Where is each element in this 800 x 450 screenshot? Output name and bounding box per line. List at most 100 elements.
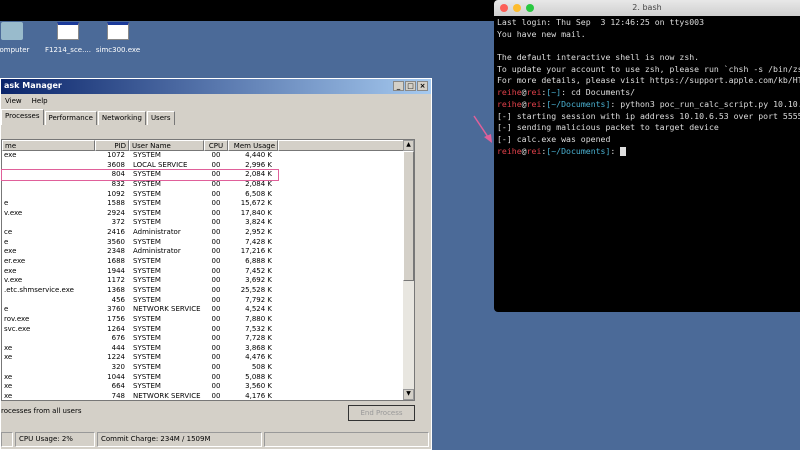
table-row[interactable]: 832 SYSTEM 00 2,084 K [2, 180, 414, 190]
cell-cpu: 00 [211, 208, 221, 217]
cell-pid: 2416 [107, 228, 125, 237]
cell-pid: 1172 [107, 276, 125, 285]
status-commit: Commit Charge: 234M / 1509M [97, 432, 262, 447]
col-image-name[interactable]: me [2, 140, 95, 151]
table-row[interactable]: exe 2348 Administrator 00 17,216 K [2, 247, 414, 257]
table-row[interactable]: ce 2416 Administrator 00 2,952 K [2, 228, 414, 238]
cell-cpu: 00 [211, 170, 221, 179]
line-text: [-] calc.exe was opened [497, 133, 611, 144]
cell-cpu: 00 [211, 151, 221, 159]
cell-pid: 1072 [107, 151, 125, 159]
col-filler [278, 140, 414, 151]
col-user-name[interactable]: User Name [129, 140, 204, 151]
prompt-path: [~/Documents] [546, 98, 611, 109]
desktop-icon[interactable]: Computer [0, 22, 42, 54]
cell-cpu: 00 [211, 363, 221, 372]
menu-bar: View Help [1, 94, 431, 109]
table-row[interactable]: v.exe 1172 SYSTEM 00 3,692 K [2, 276, 414, 286]
cell-user: SYSTEM [133, 314, 161, 323]
close-dot[interactable] [500, 4, 508, 12]
cell-cpu: 00 [211, 334, 221, 343]
terminal-line: The default interactive shell is now zsh… [494, 52, 800, 64]
cell-pid: 444 [111, 343, 125, 352]
scroll-down-arrow[interactable]: ▼ [403, 389, 414, 400]
maximize-button[interactable]: □ [405, 81, 416, 91]
table-row[interactable]: e 3760 NETWORK SERVICE 00 4,524 K [2, 305, 414, 315]
line-text: [-] sending malicious packet to target d… [497, 122, 719, 133]
cell-mem: 4,176 K [245, 392, 272, 401]
table-row[interactable]: 804 SYSTEM 00 2,084 K [1, 169, 279, 181]
cell-cpu: 00 [211, 295, 221, 304]
cell-mem: 4,440 K [245, 151, 272, 159]
tab-processes[interactable]: Processes [1, 109, 44, 125]
table-row[interactable]: e 3560 SYSTEM 00 7,428 K [2, 238, 414, 248]
table-row[interactable]: xe 664 SYSTEM 00 3,560 K [2, 382, 414, 392]
desktop-icon-label: Computer [0, 46, 30, 54]
cell-mem: 7,428 K [245, 237, 272, 246]
table-row[interactable]: v.exe 2924 SYSTEM 00 17,840 K [2, 209, 414, 219]
table-row[interactable]: svc.exe 1264 SYSTEM 00 7,532 K [2, 325, 414, 335]
minimize-button[interactable]: _ [393, 81, 404, 91]
status-processes [1, 432, 13, 447]
title-bar[interactable]: ask Manager _ □ × [1, 79, 431, 94]
cell-cpu: 00 [211, 285, 221, 294]
cell-mem: 17,216 K [240, 247, 272, 256]
tab-networking[interactable]: Networking [97, 111, 146, 125]
table-row[interactable]: 456 SYSTEM 00 7,792 K [2, 296, 414, 306]
table-row[interactable]: er.exe 1688 SYSTEM 00 6,888 K [2, 257, 414, 267]
zoom-dot[interactable] [526, 4, 534, 12]
cell-name: exe [4, 266, 17, 275]
cell-user: SYSTEM [133, 218, 161, 227]
line-text: : cd Documents/ [561, 87, 636, 98]
table-row[interactable]: 372 SYSTEM 00 3,824 K [2, 218, 414, 228]
table-row[interactable]: rov.exe 1756 SYSTEM 00 7,880 K [2, 315, 414, 325]
tab-performance[interactable]: Performance [44, 111, 97, 125]
cell-mem: 7,452 K [245, 266, 272, 275]
desktop-icon-label: simc300.exe [95, 46, 141, 54]
table-row[interactable]: e 1588 SYSTEM 00 15,672 K [2, 199, 414, 209]
cell-mem: 2,084 K [245, 170, 272, 179]
table-row[interactable]: 320 SYSTEM 00 508 K [2, 363, 414, 373]
status-empty [264, 432, 429, 447]
cell-mem: 7,792 K [245, 295, 272, 304]
table-row[interactable]: 1092 SYSTEM 00 6,508 K [2, 190, 414, 200]
scroll-thumb[interactable] [403, 151, 414, 281]
col-pid[interactable]: PID [95, 140, 129, 151]
col-mem-usage[interactable]: Mem Usage [228, 140, 278, 151]
table-row[interactable]: xe 1044 SYSTEM 00 5,088 K [2, 373, 414, 383]
table-row[interactable]: xe 444 SYSTEM 00 3,868 K [2, 344, 414, 354]
table-row[interactable]: xe 748 NETWORK SERVICE 00 4,176 K [2, 392, 414, 402]
end-process-button[interactable]: End Process [348, 405, 415, 421]
cursor [620, 146, 627, 156]
cell-mem: 508 K [251, 363, 272, 372]
vertical-scrollbar[interactable]: ▲ ▼ [403, 140, 414, 400]
table-row[interactable]: .etc.shmservice.exe 1368 SYSTEM 00 25,528 K [2, 286, 414, 296]
line-text: Last login: Thu Sep 3 12:46:25 on ttys00… [497, 17, 705, 27]
col-cpu[interactable]: CPU [204, 140, 228, 151]
table-row[interactable]: exe 1944 SYSTEM 00 7,452 K [2, 267, 414, 277]
terminal-title-bar[interactable]: 2. bash [494, 0, 800, 16]
cell-user: SYSTEM [133, 372, 161, 381]
menu-help[interactable]: Help [32, 97, 48, 106]
cell-mem: 2,084 K [245, 179, 272, 188]
prompt-host: rei [526, 98, 542, 109]
table-row[interactable]: 3608 LOCAL SERVICE 00 2,996 K [2, 161, 414, 171]
menu-view[interactable]: View [5, 97, 22, 106]
table-row[interactable]: xe 1224 SYSTEM 00 4,476 K [2, 353, 414, 363]
cell-mem: 3,692 K [245, 276, 272, 285]
cell-user: SYSTEM [133, 151, 161, 159]
minimize-dot[interactable] [513, 4, 521, 12]
tab-users[interactable]: Users [146, 111, 175, 125]
cell-cpu: 00 [211, 343, 221, 352]
cell-user: Administrator [133, 228, 181, 237]
cell-name [2, 218, 95, 228]
terminal-line: [-] calc.exe was opened [494, 134, 800, 146]
desktop-icon[interactable]: simc300.exe [88, 22, 148, 54]
table-row[interactable]: exe 1072 SYSTEM 00 4,440 K [2, 151, 414, 161]
show-all-processes-checkbox[interactable]: rocesses from all users [1, 407, 81, 415]
close-button[interactable]: × [417, 81, 428, 91]
scroll-up-arrow[interactable]: ▲ [403, 140, 414, 151]
table-row[interactable]: 676 SYSTEM 00 7,728 K [2, 334, 414, 344]
cell-name [2, 334, 95, 344]
